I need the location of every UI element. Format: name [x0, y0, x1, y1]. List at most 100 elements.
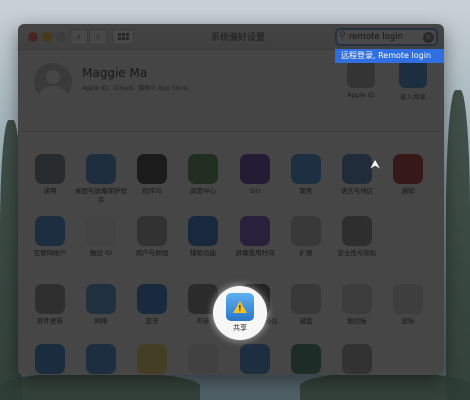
- zoom-window-button[interactable]: [56, 32, 66, 42]
- apple-logo-icon: [347, 60, 375, 88]
- window-title: 系统偏好设置: [210, 33, 265, 43]
- pref-pane-date-time[interactable]: 日期与时间: [177, 344, 229, 375]
- pref-pane-time-machine[interactable]: 时间机器: [280, 344, 332, 375]
- user-name: Maggie Ma: [82, 66, 148, 80]
- pref-pane-touch-id[interactable]: 触控 ID: [75, 216, 127, 258]
- extensions-icon: [291, 216, 321, 246]
- pref-pane-label: 屏幕使用时间: [235, 249, 275, 257]
- show-all-grid-button[interactable]: [112, 29, 134, 45]
- pref-pane-mouse[interactable]: 鼠标: [382, 284, 434, 326]
- software-update-icon: [35, 284, 65, 314]
- network-icon: [86, 284, 116, 314]
- pref-pane-extensions[interactable]: 扩展: [280, 216, 332, 258]
- search-icon: ⚲: [339, 31, 346, 41]
- sharing-label: 共享: [233, 324, 247, 332]
- mouse-icon: [393, 284, 423, 314]
- pref-pane-keyboard[interactable]: 键盘: [280, 284, 332, 326]
- pref-pane-siri[interactable]: Siri: [229, 154, 281, 196]
- apple-id-item[interactable]: Apple ID: [336, 60, 386, 99]
- pref-pane-trackpad[interactable]: 触控板: [331, 284, 383, 326]
- avatar[interactable]: [34, 63, 72, 101]
- background-tree: [300, 372, 470, 400]
- pref-pane-desktop[interactable]: 桌面与屏幕保护程序: [75, 154, 127, 205]
- pref-pane-accessibility[interactable]: 辅助功能: [177, 216, 229, 258]
- forward-button[interactable]: ›: [89, 29, 107, 45]
- pref-pane-label: 蓝牙: [145, 317, 159, 325]
- touch-id-icon: [86, 216, 116, 246]
- pref-pane-bluetooth[interactable]: 蓝牙: [126, 284, 178, 326]
- pref-pane-general[interactable]: 通用: [24, 154, 76, 196]
- apple-id-label: Apple ID: [347, 91, 375, 99]
- pref-pane-screen-time[interactable]: 屏幕使用时间: [229, 216, 281, 258]
- sharing-spotlight[interactable]: ! 共享: [213, 286, 267, 340]
- pref-pane-label: 软件更新: [37, 317, 63, 325]
- startup-disk-icon: [342, 344, 372, 374]
- pref-pane-network[interactable]: 网络: [75, 284, 127, 326]
- notifications-icon: [393, 154, 423, 184]
- mouse-cursor: ⮝: [370, 157, 381, 171]
- pref-pane-displays[interactable]: 显示器: [24, 344, 76, 375]
- sharing-icon: [240, 344, 270, 374]
- time-machine-icon: [291, 344, 321, 374]
- family-sharing-icon: [399, 60, 427, 88]
- pref-pane-spotlight[interactable]: 聚焦: [280, 154, 332, 196]
- minimize-window-button[interactable]: [42, 32, 52, 42]
- search-suggestion[interactable]: 远程登录, Remote login: [335, 49, 444, 63]
- background-tree: [446, 90, 470, 400]
- close-window-button[interactable]: [28, 32, 38, 42]
- bluetooth-icon: [137, 284, 167, 314]
- pref-pane-label: 通知: [401, 187, 415, 195]
- siri-icon: [240, 154, 270, 184]
- trackpad-icon: [342, 284, 372, 314]
- search-field[interactable]: ⚲ remote login ✕: [335, 28, 438, 46]
- spotlight-icon: [291, 154, 321, 184]
- pref-pane-dock[interactable]: 程序坞: [126, 154, 178, 196]
- general-icon: [35, 154, 65, 184]
- users-icon: [137, 216, 167, 246]
- titlebar: ‹ › 系统偏好设置 ⚲ remote login ✕: [18, 24, 444, 50]
- pref-pane-notifications[interactable]: 通知: [382, 154, 434, 196]
- pref-pane-internet-accounts[interactable]: 互联网帐户: [24, 216, 76, 258]
- search-input[interactable]: remote login: [349, 32, 403, 42]
- desktop-icon: [86, 154, 116, 184]
- family-sharing-item[interactable]: 家人共享: [388, 60, 438, 101]
- mission-control-icon: [188, 154, 218, 184]
- pref-pane-label: Siri: [249, 187, 261, 195]
- pref-pane-label: 互联网帐户: [33, 249, 67, 257]
- pref-pane-label: 调度中心: [190, 187, 216, 195]
- pref-pane-sidecar[interactable]: 随航: [75, 344, 127, 375]
- language-icon: [342, 154, 372, 184]
- pref-pane-label: 鼠标: [401, 317, 415, 325]
- pref-pane-label: 触控板: [347, 317, 367, 325]
- pref-pane-label: 网络: [94, 317, 108, 325]
- pref-pane-mission-control[interactable]: 调度中心: [177, 154, 229, 196]
- pref-pane-startup-disk[interactable]: 启动磁盘: [331, 344, 383, 375]
- pref-pane-label: 安全性与隐私: [337, 249, 377, 257]
- pref-pane-sharing[interactable]: 共享: [229, 344, 281, 375]
- displays-icon: [35, 344, 65, 374]
- back-button[interactable]: ‹: [70, 29, 88, 45]
- pref-pane-label: 语言与地区: [340, 187, 374, 195]
- pref-pane-users[interactable]: 用户与群组: [126, 216, 178, 258]
- pref-pane-label: 聚焦: [299, 187, 313, 195]
- clear-search-icon[interactable]: ✕: [423, 32, 434, 43]
- user-subtitle: Apple ID、iCloud、媒体与 App Store: [82, 85, 188, 92]
- pref-pane-label: 程序坞: [142, 187, 162, 195]
- sidecar-icon: [86, 344, 116, 374]
- pref-pane-label: 通用: [43, 187, 57, 195]
- pref-pane-label: 键盘: [299, 317, 313, 325]
- accessibility-icon: [188, 216, 218, 246]
- pref-pane-label: 桌面与屏幕保护程序: [75, 187, 127, 204]
- pref-pane-label: 用户与群组: [135, 249, 169, 257]
- pref-pane-security[interactable]: 安全性与隐私: [331, 216, 383, 258]
- energy-icon: [137, 344, 167, 374]
- keyboard-icon: [291, 284, 321, 314]
- pref-pane-energy[interactable]: 节能: [126, 344, 178, 375]
- pref-pane-label: 触控 ID: [90, 249, 112, 257]
- pref-pane-label: 扩展: [299, 249, 313, 257]
- pref-pane-label: 辅助功能: [190, 249, 216, 257]
- pref-pane-software-update[interactable]: 软件更新: [24, 284, 76, 326]
- sharing-icon: !: [226, 293, 254, 321]
- internet-accounts-icon: [35, 216, 65, 246]
- date-time-icon: [188, 344, 218, 374]
